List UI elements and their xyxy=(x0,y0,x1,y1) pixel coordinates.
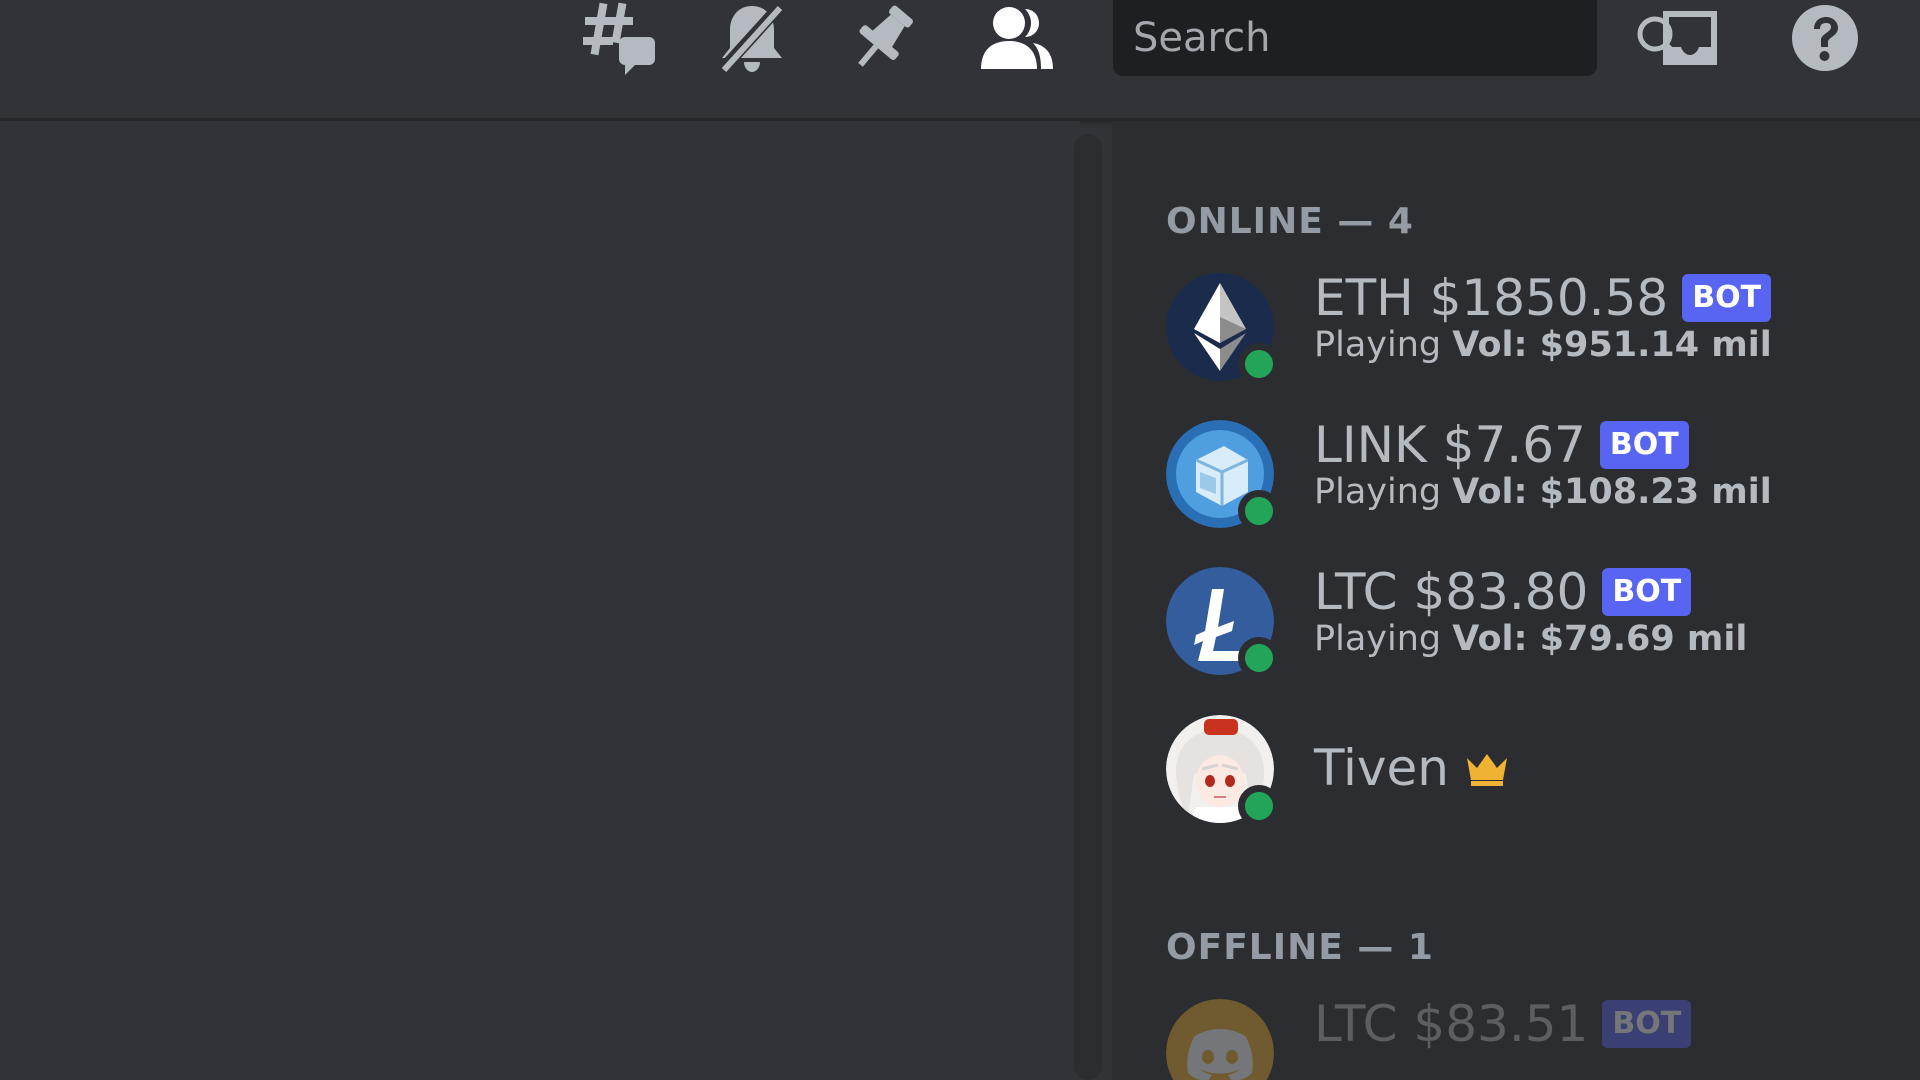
inbox-button[interactable] xyxy=(1645,0,1735,75)
channel-header xyxy=(0,0,1920,121)
member-activity: Playing Vol: $108.23 mil xyxy=(1314,472,1772,512)
member-name: LINK $7.67 xyxy=(1314,416,1586,474)
member-activity: Playing Vol: $79.69 mil xyxy=(1314,619,1747,659)
threads-button[interactable] xyxy=(575,0,665,75)
online-status-indicator xyxy=(1238,343,1280,385)
activity-prefix: Playing xyxy=(1314,619,1442,659)
pin-icon xyxy=(858,5,913,67)
server-owner-badge xyxy=(1465,750,1509,786)
member-item-ltc[interactable]: LTC $83.80 BOT Playing Vol: $79.69 mil xyxy=(1152,555,1892,683)
search-bar[interactable] xyxy=(1113,0,1683,77)
help-icon xyxy=(1792,4,1858,71)
member-name: LTC $83.51 xyxy=(1314,995,1589,1053)
member-item-link[interactable]: LINK $7.67 BOT Playing Vol: $108.23 mil xyxy=(1152,408,1892,536)
inbox-icon xyxy=(1663,10,1717,65)
help-button[interactable] xyxy=(1780,0,1870,75)
pinned-messages-button[interactable] xyxy=(838,0,928,75)
threads-icon xyxy=(583,2,655,75)
online-status-indicator xyxy=(1238,490,1280,532)
activity-prefix: Playing xyxy=(1314,472,1442,512)
member-name: LTC $83.80 xyxy=(1314,563,1589,621)
member-item-eth[interactable]: ETH $1850.58 BOT Playing Vol: $951.14 mi… xyxy=(1152,261,1892,389)
bot-tag: BOT xyxy=(1602,568,1692,616)
bot-tag: BOT xyxy=(1602,1000,1692,1048)
notification-settings-button[interactable] xyxy=(707,0,797,75)
members-icon xyxy=(981,6,1053,69)
search-input[interactable] xyxy=(1113,0,1634,77)
online-status-indicator xyxy=(1238,785,1280,827)
chat-scrollbar[interactable] xyxy=(1074,134,1102,1080)
member-list: ONLINE — 4 ETH $1850.58 BOT Playing Vol:… xyxy=(1112,121,1920,1080)
bot-tag: BOT xyxy=(1682,274,1772,322)
avatar xyxy=(1166,999,1274,1080)
activity-prefix: Playing xyxy=(1314,325,1442,365)
member-name: ETH $1850.58 xyxy=(1314,269,1669,327)
bot-tag: BOT xyxy=(1599,421,1689,469)
member-list-toggle-button[interactable] xyxy=(972,0,1062,75)
bell-muted-icon xyxy=(717,1,785,74)
member-item-tiven[interactable]: Tiven xyxy=(1152,703,1892,831)
online-status-indicator xyxy=(1238,637,1280,679)
member-activity: Playing Vol: $951.14 mil xyxy=(1314,325,1772,365)
activity-text: Vol: $951.14 mil xyxy=(1452,325,1772,365)
offline-section-heading: OFFLINE — 1 xyxy=(1166,927,1434,968)
chat-area[interactable] xyxy=(0,121,1080,1080)
discord-window: ONLINE — 4 ETH $1850.58 B xyxy=(0,0,1920,1080)
member-item-ltc-offline[interactable]: LTC $83.51 BOT xyxy=(1152,987,1892,1080)
crown-icon xyxy=(1466,754,1507,786)
member-name: Tiven xyxy=(1314,739,1449,797)
discord-default-avatar-icon xyxy=(1166,999,1274,1080)
activity-text: Vol: $108.23 mil xyxy=(1452,472,1772,512)
online-section-heading: ONLINE — 4 xyxy=(1166,201,1414,242)
activity-text: Vol: $79.69 mil xyxy=(1452,619,1748,659)
